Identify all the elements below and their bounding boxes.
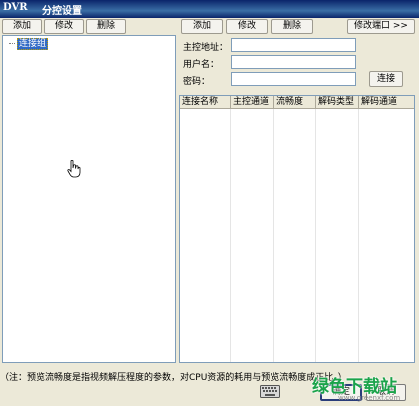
left-delete-button[interactable]: 删除 xyxy=(86,19,126,34)
password-input[interactable] xyxy=(231,72,356,86)
tree-line xyxy=(9,43,15,44)
host-input[interactable] xyxy=(231,38,356,52)
column-divider xyxy=(273,109,274,362)
connection-list[interactable]: 连接名称 主控通道 流畅度 解码类型 解码通道 xyxy=(179,95,415,363)
footer-note: （注：预览流畅度是指视频解压程度的参数，对CPU资源的耗用与预览流畅度成正比。） xyxy=(0,373,347,383)
username-label: 用户名： xyxy=(183,60,220,70)
column-header-master-channel[interactable]: 主控通道 xyxy=(231,96,274,109)
column-header-decode-channel[interactable]: 解码通道 xyxy=(359,96,414,109)
watermark-url: www.greenxf.com xyxy=(338,394,401,402)
column-header-decode-type[interactable]: 解码类型 xyxy=(316,96,359,109)
password-label: 密码： xyxy=(183,77,211,87)
connection-tree[interactable]: 连接组 xyxy=(2,35,176,363)
right-add-button[interactable]: 添加 xyxy=(181,19,223,34)
window-title: 分控设置 xyxy=(42,6,82,17)
keyboard-icon[interactable] xyxy=(260,385,280,398)
left-add-button[interactable]: 添加 xyxy=(2,19,42,34)
column-divider xyxy=(230,109,231,362)
column-header-smoothness[interactable]: 流畅度 xyxy=(274,96,316,109)
host-label: 主控地址： xyxy=(183,43,229,53)
left-modify-button[interactable]: 修改 xyxy=(44,19,84,34)
column-divider xyxy=(358,109,359,362)
hand-pointer-icon xyxy=(67,160,81,178)
username-input[interactable] xyxy=(231,55,356,69)
column-divider xyxy=(315,109,316,362)
tree-item-label: 连接组 xyxy=(17,38,49,50)
right-modify-button[interactable]: 修改 xyxy=(226,19,268,34)
column-header-connection-name[interactable]: 连接名称 xyxy=(180,96,231,109)
modify-port-button[interactable]: 修改端口 >> xyxy=(347,19,415,34)
app-name: DVR xyxy=(3,2,28,13)
right-delete-button[interactable]: 删除 xyxy=(271,19,313,34)
connect-button[interactable]: 连接 xyxy=(369,71,403,87)
title-bar: DVR 分控设置 xyxy=(0,0,419,18)
tree-item-connection-group[interactable]: 连接组 xyxy=(9,38,49,50)
